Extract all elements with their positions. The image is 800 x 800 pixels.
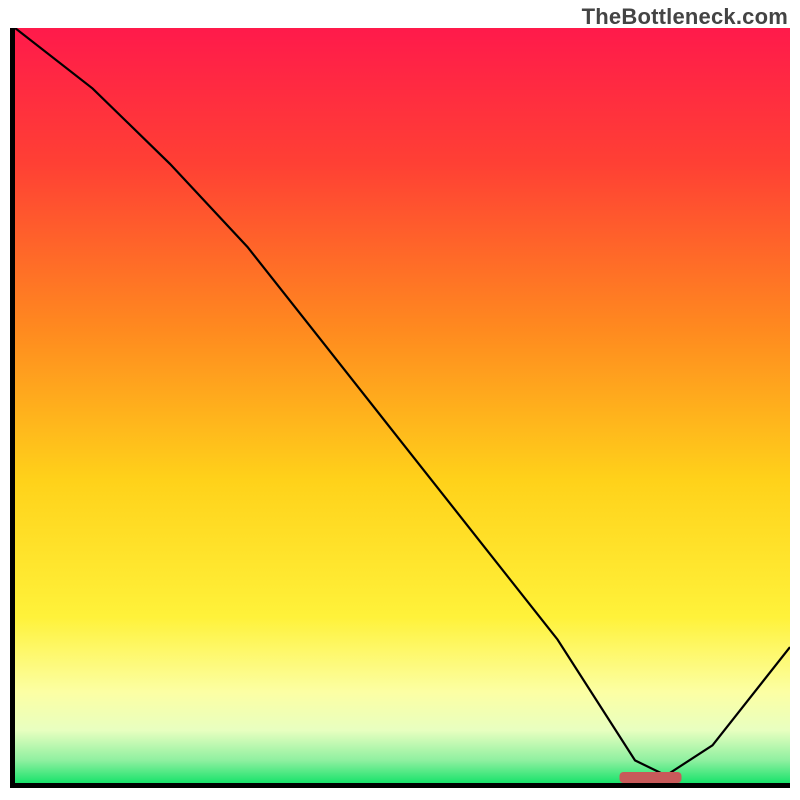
chart-container: TheBottleneck.com (0, 0, 800, 800)
axes-frame (10, 28, 790, 788)
watermark-text: TheBottleneck.com (582, 4, 788, 30)
